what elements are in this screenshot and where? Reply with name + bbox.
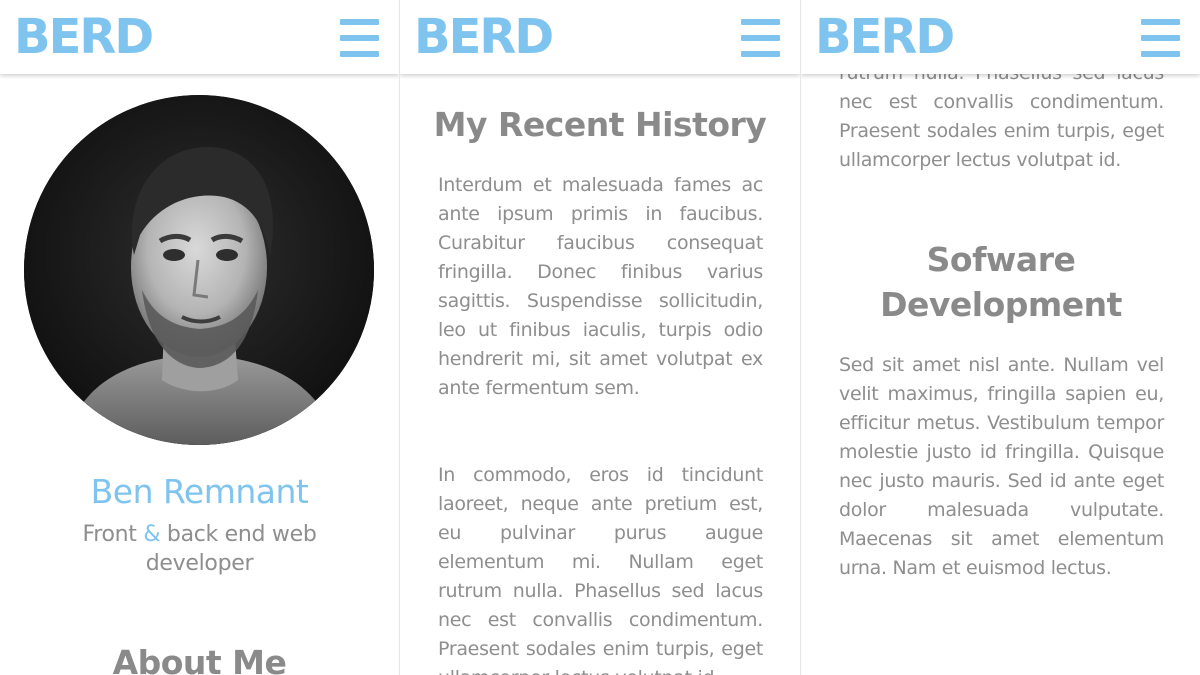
hamburger-menu-icon[interactable]: [1141, 19, 1180, 57]
history-paragraph-1: Interdum et malesuada fames ac ante ipsu…: [438, 174, 763, 399]
role-text-front: Front: [82, 522, 137, 547]
hamburger-menu-icon[interactable]: [340, 19, 379, 57]
site-header: BERD: [0, 0, 399, 74]
software-paragraph: Sed sit amet nisl ante. Nullam vel velit…: [839, 354, 1164, 579]
site-logo[interactable]: BERD: [14, 9, 154, 65]
mobile-view-software: In commodo, eros id tincidunt laoreet, n…: [801, 0, 1200, 675]
screen: BERD Ben Remnant Front & back end web de…: [0, 0, 1200, 675]
site-logo[interactable]: BERD: [815, 9, 955, 65]
mobile-view-history: BERD My Recent History Interdum et males…: [400, 0, 800, 675]
profile-name: Ben Remnant: [90, 472, 309, 511]
site-logo[interactable]: BERD: [414, 9, 554, 65]
about-heading: About Me: [112, 643, 287, 675]
history-heading: My Recent History: [433, 105, 767, 144]
site-header: BERD: [400, 0, 800, 74]
mobile-view-profile: BERD Ben Remnant Front & back end web de…: [0, 0, 399, 675]
role-text-rest: back end web developer: [145, 522, 317, 576]
site-header: BERD: [801, 0, 1200, 74]
history-paragraph-2: In commodo, eros id tincidunt laoreet, n…: [438, 464, 763, 675]
role-ampersand: &: [143, 522, 161, 547]
profile-photo: [24, 95, 374, 445]
hamburger-menu-icon[interactable]: [741, 19, 780, 57]
software-heading: Sofware Development: [880, 240, 1122, 324]
profile-role: Front & back end web developer: [60, 520, 339, 578]
